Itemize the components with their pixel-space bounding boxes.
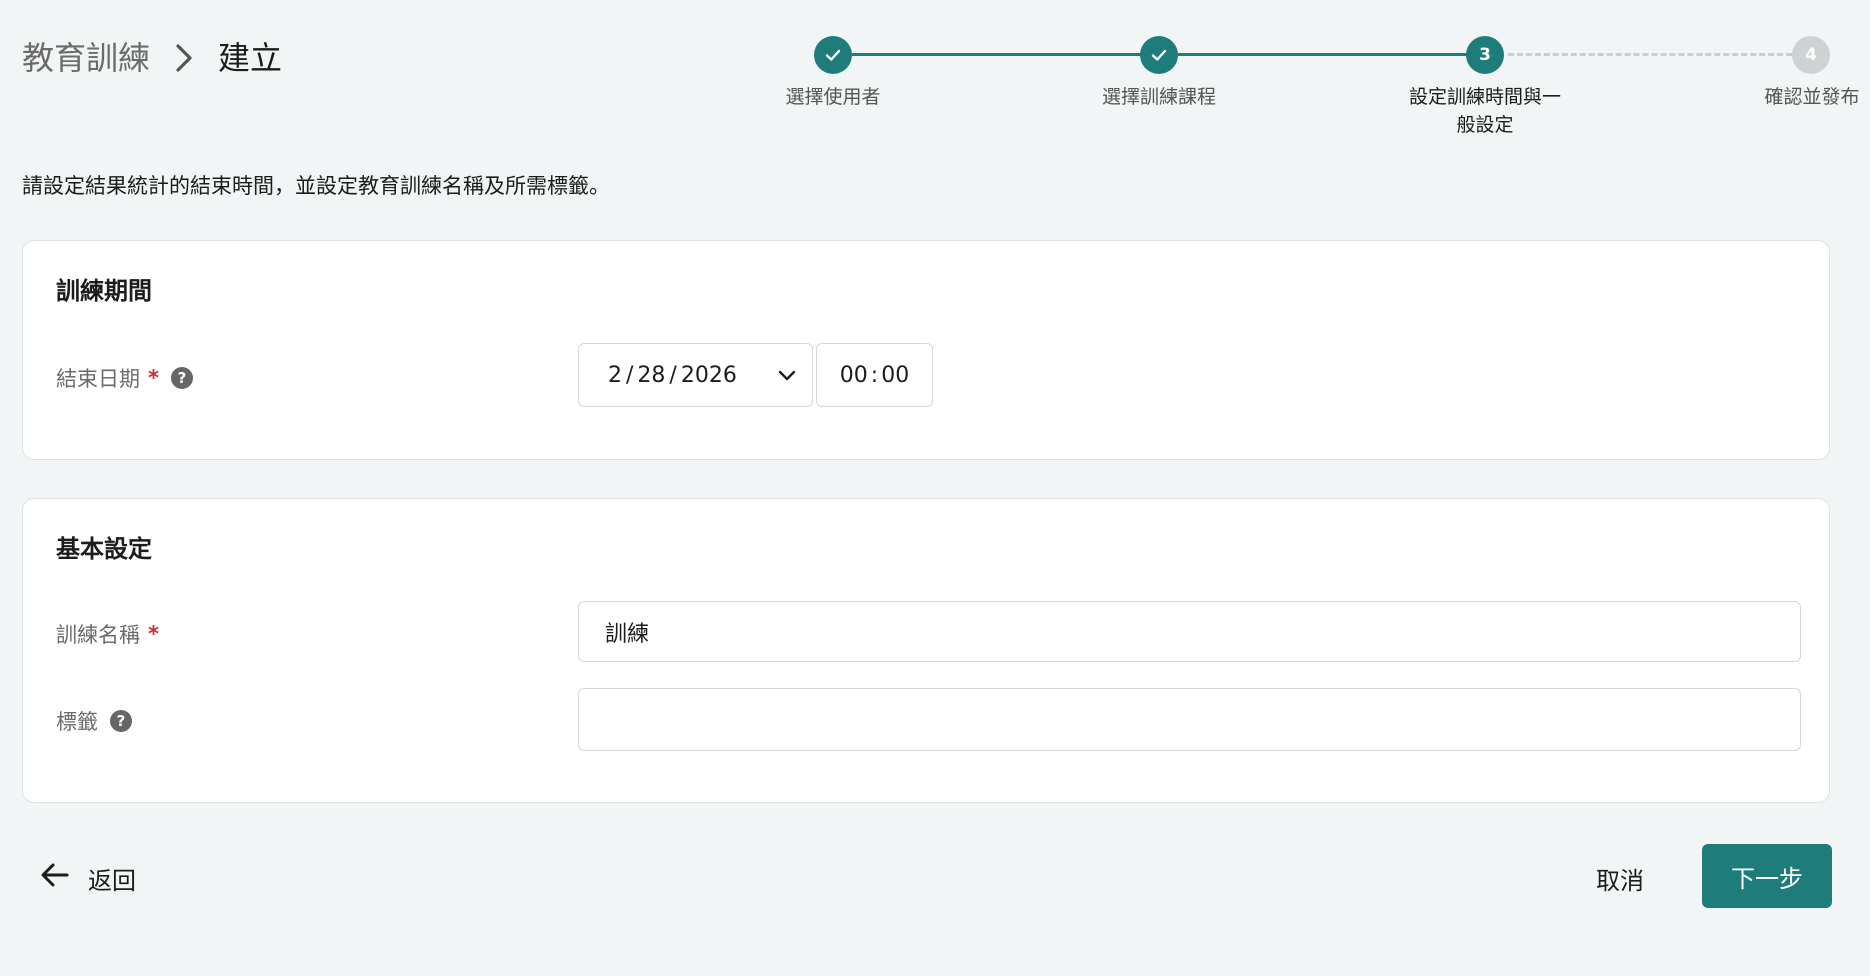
- step-2-circle: [1140, 36, 1178, 74]
- end-date-label-text: 結束日期: [56, 367, 140, 391]
- help-icon[interactable]: ?: [110, 710, 132, 732]
- step-1-label: 選擇使用者: [785, 86, 881, 108]
- stepper: 選擇使用者 選擇訓練課程 3 設定訓練時間與一般設定 4 確認並發布: [0, 0, 1870, 150]
- basic-settings-card: 基本設定 訓練名稱 * 標籤 ?: [22, 498, 1830, 803]
- time-hour[interactable]: 00: [840, 363, 868, 388]
- date-month[interactable]: 2: [608, 363, 622, 388]
- period-card-title: 訓練期間: [56, 277, 152, 305]
- chevron-down-icon[interactable]: [778, 365, 796, 391]
- period-card: 訓練期間 結束日期 * ? 2 / 28 / 2026 00 : 00: [22, 240, 1830, 460]
- training-name-field[interactable]: [578, 601, 1801, 662]
- step-3-label: 設定訓練時間與一般設定: [1408, 86, 1561, 136]
- tags-label: 標籤 ?: [56, 706, 132, 736]
- cancel-button[interactable]: 取消: [1596, 856, 1644, 900]
- training-name-label: 訓練名稱 *: [56, 619, 159, 649]
- instruction-text: 請設定結果統計的結束時間，並設定教育訓練名稱及所需標籤。: [22, 174, 610, 198]
- tags-field[interactable]: [578, 688, 1801, 751]
- check-icon: [825, 49, 841, 61]
- required-mark: *: [148, 622, 159, 646]
- required-mark: *: [148, 366, 159, 390]
- step-1-circle: [814, 36, 852, 74]
- back-button[interactable]: 返回: [40, 856, 136, 900]
- step-connector-2: [1178, 53, 1484, 56]
- back-label: 返回: [88, 866, 136, 895]
- time-minute[interactable]: 00: [881, 363, 909, 388]
- date-year[interactable]: 2026: [681, 363, 737, 388]
- tags-input[interactable]: [579, 689, 1800, 750]
- date-day[interactable]: 28: [637, 363, 665, 388]
- step-connector-1: [852, 53, 1154, 56]
- check-icon: [1151, 49, 1167, 61]
- training-name-label-text: 訓練名稱: [56, 623, 140, 647]
- end-date-picker[interactable]: 2 / 28 / 2026: [578, 343, 813, 407]
- tags-label-text: 標籤: [56, 710, 98, 734]
- training-name-input[interactable]: [579, 602, 1800, 661]
- step-4-circle: 4: [1792, 36, 1830, 74]
- date-separator: /: [626, 362, 634, 388]
- step-3-circle: 3: [1466, 36, 1504, 74]
- help-icon[interactable]: ?: [170, 367, 193, 389]
- next-step-button[interactable]: 下一步: [1702, 844, 1832, 908]
- step-connector-3: [1508, 53, 1810, 56]
- step-2-label: 選擇訓練課程: [1101, 86, 1216, 108]
- time-separator: :: [870, 362, 879, 388]
- step-4-label: 確認並發布: [1764, 86, 1860, 108]
- end-time-input[interactable]: 00 : 00: [816, 343, 933, 407]
- end-date-label: 結束日期 * ?: [56, 363, 193, 393]
- date-separator: /: [669, 362, 677, 388]
- arrow-left-icon: [40, 862, 70, 894]
- basic-card-title: 基本設定: [56, 535, 152, 563]
